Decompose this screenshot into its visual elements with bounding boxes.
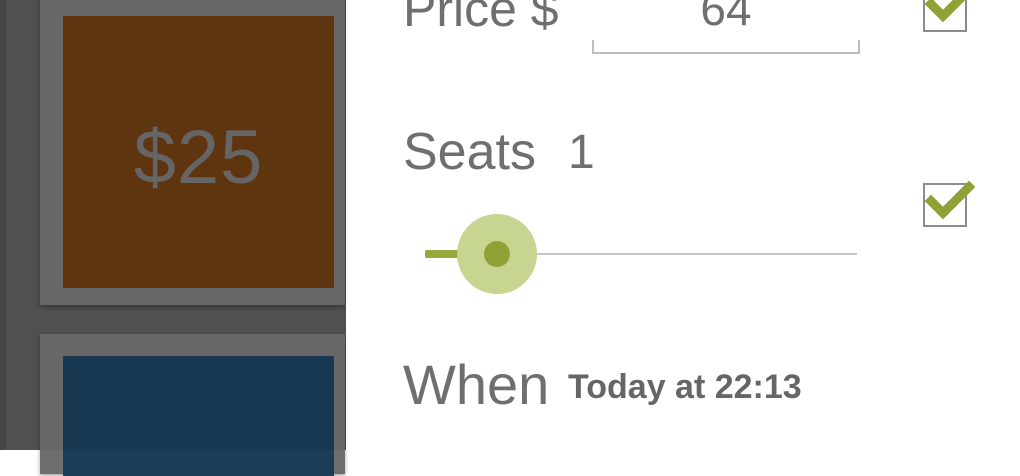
price-label: Price $ — [403, 0, 559, 37]
seats-slider[interactable] — [425, 213, 857, 295]
dim-overlay — [0, 0, 346, 450]
seats-label: Seats — [403, 123, 536, 181]
check-icon — [924, 0, 966, 23]
background-list: $25 — [0, 0, 346, 476]
when-value[interactable]: Today at 22:13 — [568, 368, 802, 407]
seats-value: 1 — [568, 126, 595, 179]
filter-panel: Price $ 64 Seats 1 When Today at 22:13 — [346, 0, 1020, 450]
price-input[interactable]: 64 — [592, 0, 860, 54]
check-icon — [924, 180, 976, 220]
slider-thumb[interactable] — [484, 241, 510, 267]
price-input-value: 64 — [700, 0, 752, 35]
price-checkbox[interactable] — [923, 0, 967, 32]
seats-checkbox[interactable] — [923, 180, 976, 227]
when-label: When — [403, 353, 550, 416]
